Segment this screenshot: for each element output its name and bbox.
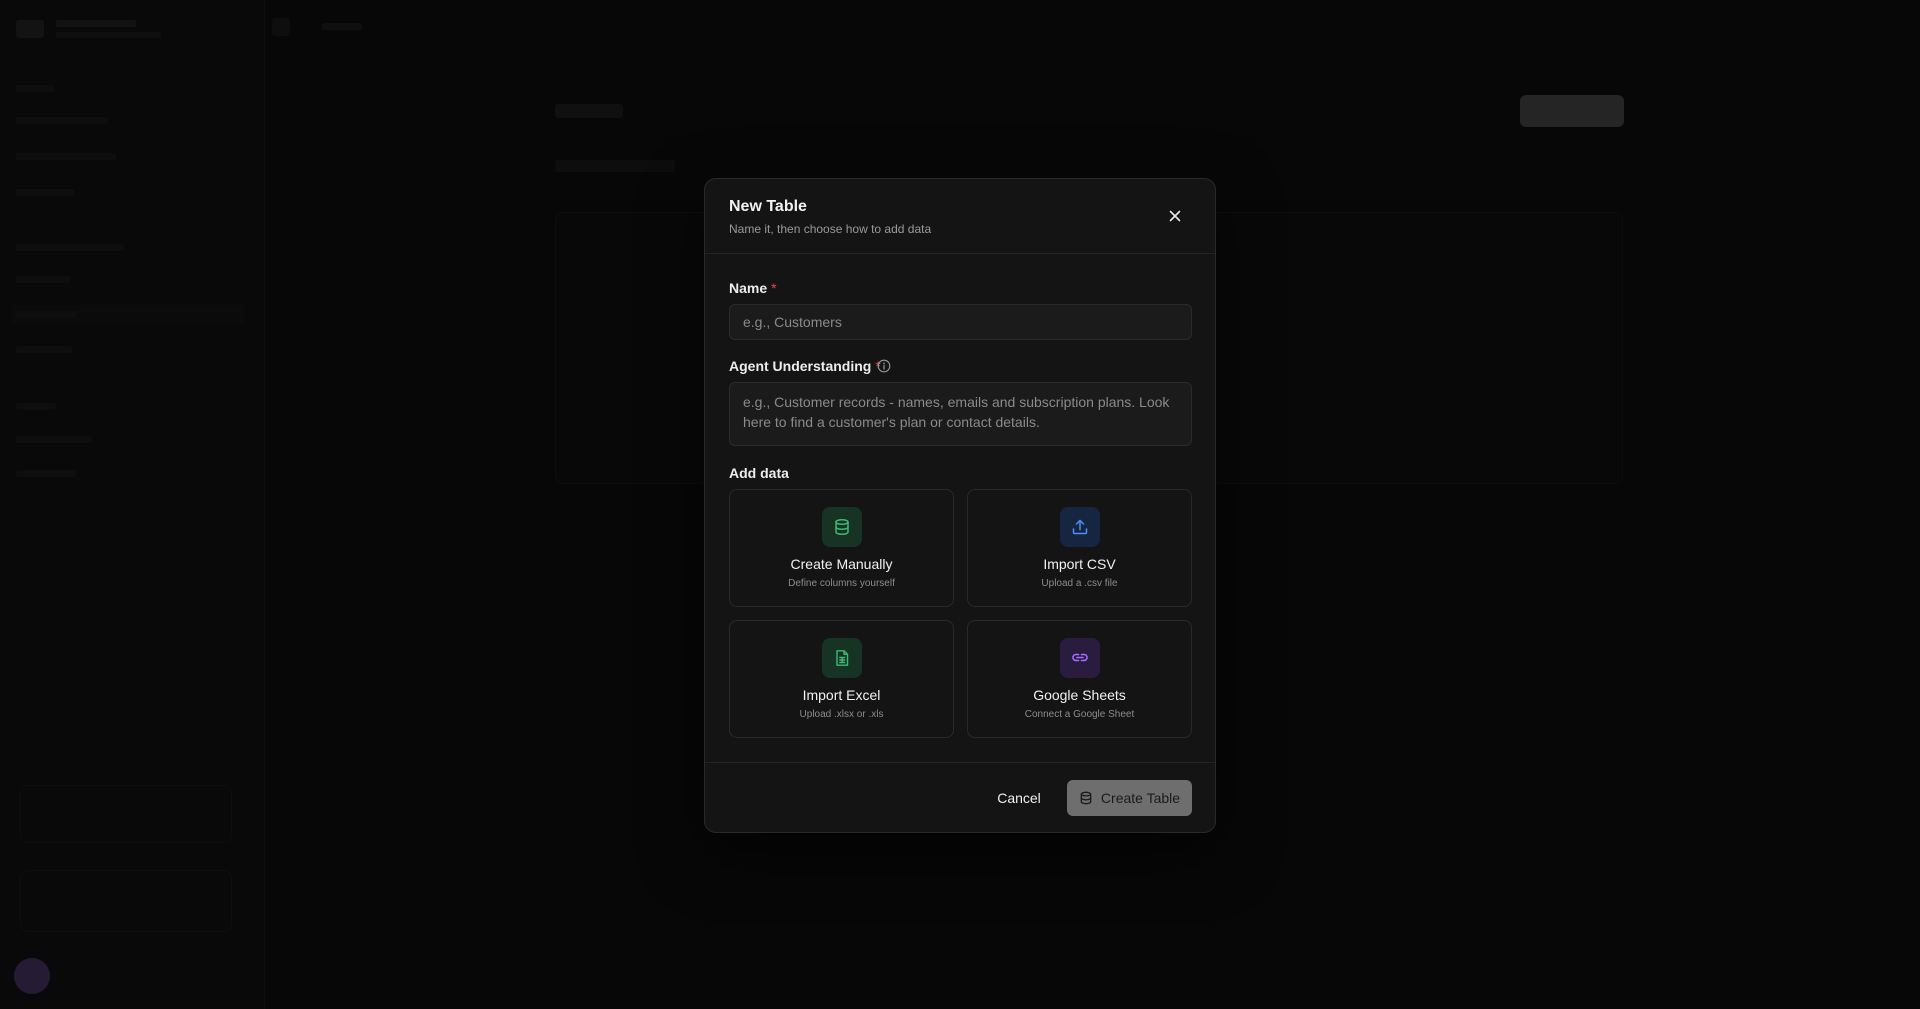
google-sheets-option[interactable]: Google Sheets Connect a Google Sheet <box>967 620 1192 738</box>
info-icon[interactable] <box>877 359 891 373</box>
dialog-header: New Table Name it, then choose how to ad… <box>705 179 1215 254</box>
create-table-button[interactable]: Create Table <box>1067 780 1192 816</box>
close-button[interactable] <box>1165 206 1185 226</box>
spreadsheet-icon <box>822 638 862 678</box>
add-data-label: Add data <box>729 465 789 481</box>
link-icon <box>1060 638 1100 678</box>
name-label: Name * <box>729 280 777 296</box>
required-marker: * <box>771 280 777 296</box>
dialog-subtitle: Name it, then choose how to add data <box>729 222 932 236</box>
new-table-dialog: New Table Name it, then choose how to ad… <box>704 178 1216 833</box>
close-icon <box>1169 210 1181 222</box>
option-title: Create Manually <box>790 556 893 572</box>
dialog-footer: Cancel Create Table <box>705 762 1215 834</box>
import-excel-option[interactable]: Import Excel Upload .xlsx or .xls <box>729 620 954 738</box>
option-subtitle: Connect a Google Sheet <box>1024 709 1135 720</box>
option-title: Import Excel <box>802 687 881 703</box>
create-table-label: Create Table <box>1100 790 1181 806</box>
agent-understanding-label: Agent Understanding * <box>729 358 881 374</box>
upload-icon <box>1060 507 1100 547</box>
option-title: Google Sheets <box>1033 687 1126 703</box>
database-icon <box>822 507 862 547</box>
name-input[interactable] <box>729 304 1192 340</box>
import-csv-option[interactable]: Import CSV Upload a .csv file <box>967 489 1192 607</box>
option-subtitle: Upload a .csv file <box>1041 578 1118 589</box>
cancel-button[interactable]: Cancel <box>989 780 1049 816</box>
create-manually-option[interactable]: Create Manually Define columns yourself <box>729 489 954 607</box>
option-subtitle: Upload .xlsx or .xls <box>799 709 884 720</box>
database-icon <box>1080 791 1092 805</box>
agent-understanding-field[interactable] <box>729 382 1192 446</box>
option-title: Import CSV <box>1043 556 1116 572</box>
option-subtitle: Define columns yourself <box>788 578 895 589</box>
dialog-title: New Table <box>729 198 807 215</box>
